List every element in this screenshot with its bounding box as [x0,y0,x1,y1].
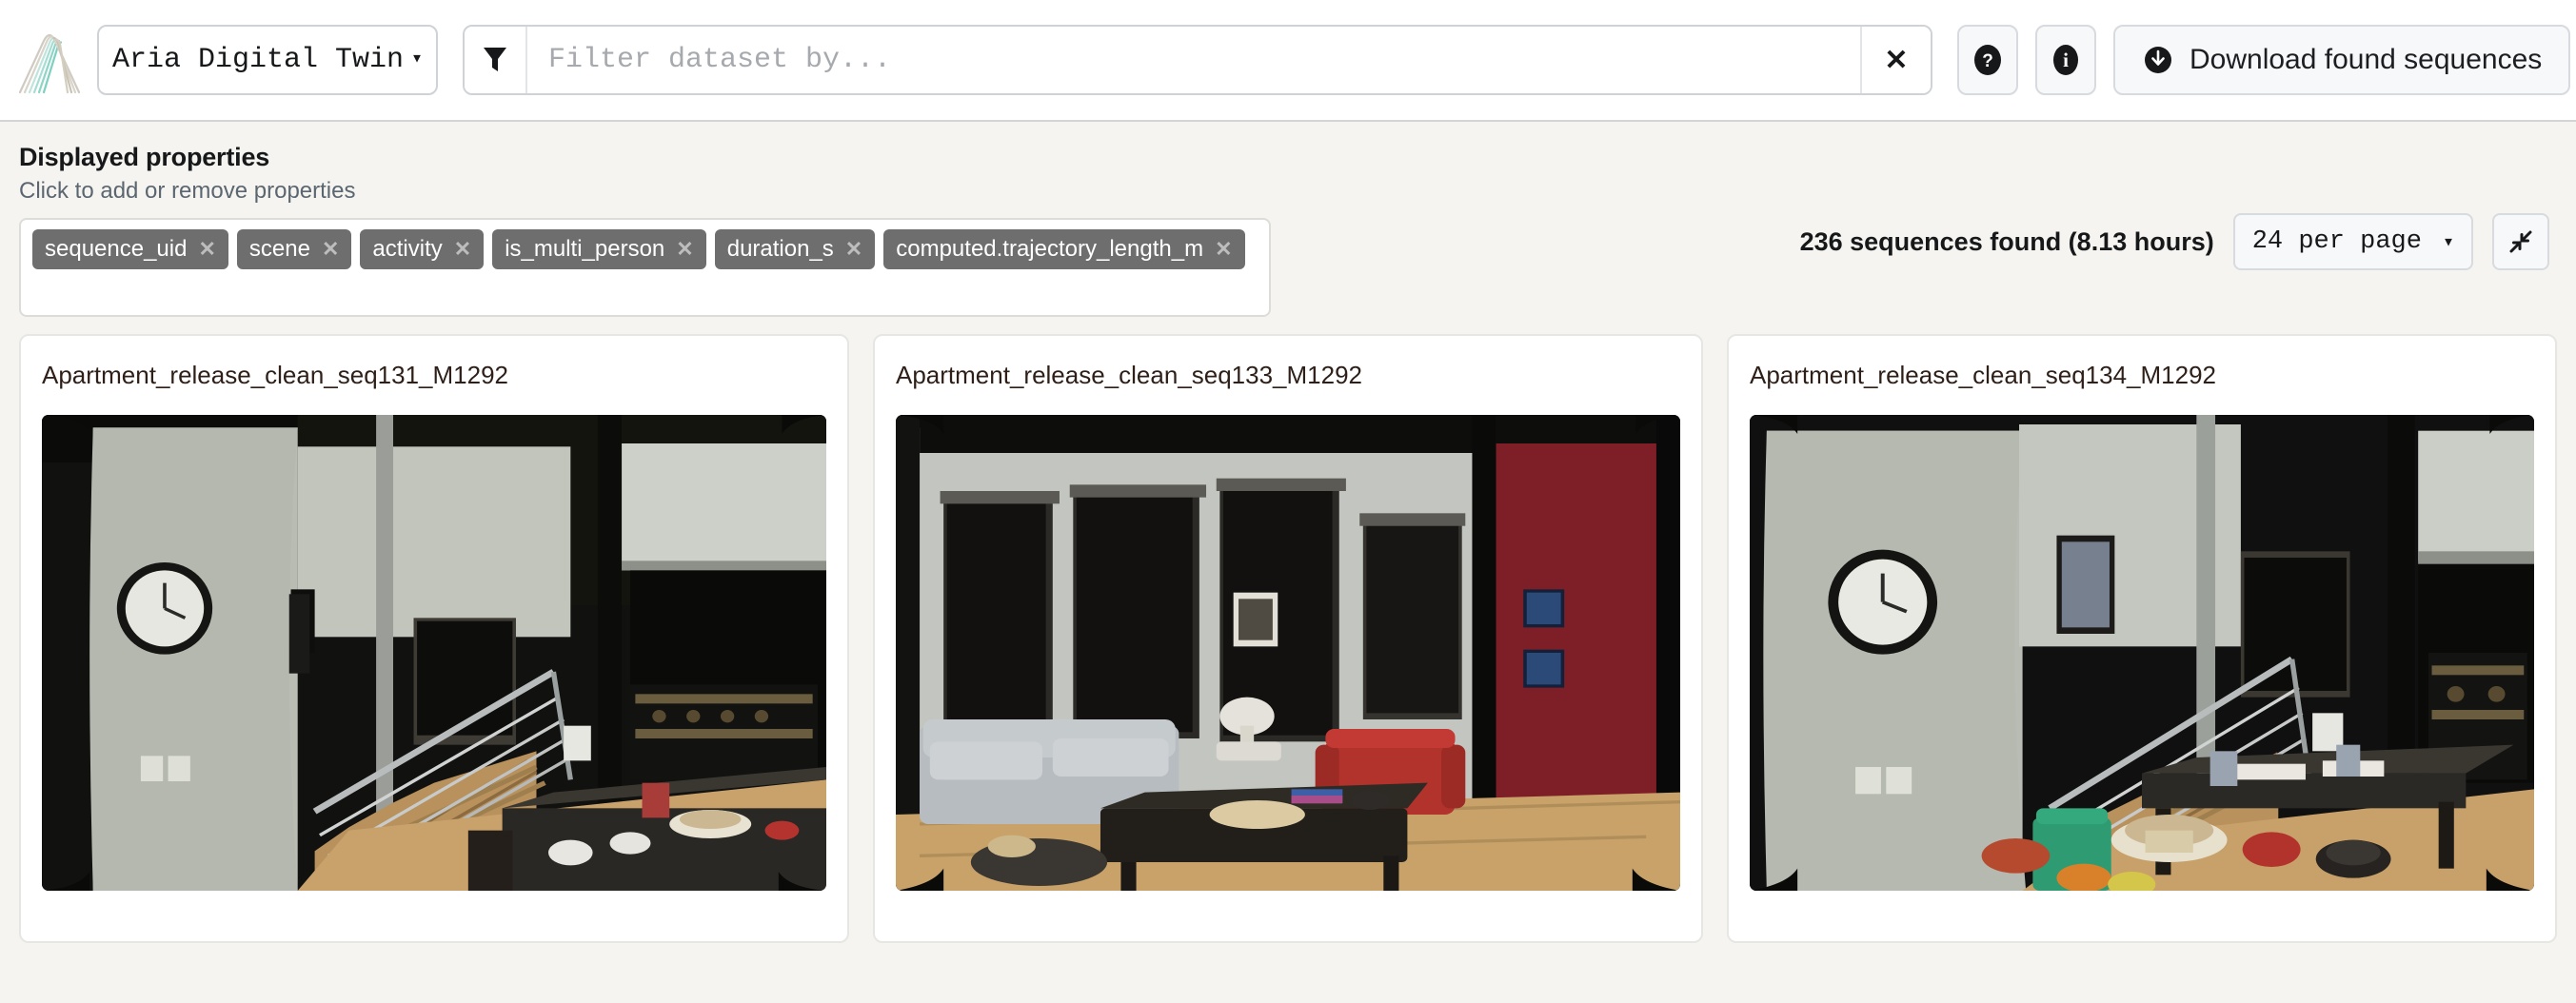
chevron-down-icon: ▾ [411,49,424,70]
close-icon: ✕ [1884,44,1909,76]
help-button[interactable]: ? [1957,25,2018,95]
sequence-card[interactable]: Apartment_release_clean_seq134_M1292 [1727,334,2557,943]
remove-tag-icon[interactable]: ✕ [676,239,693,260]
sequence-card-grid: Apartment_release_clean_seq131_M1292 Apa… [0,334,2576,943]
download-circle-icon [2145,47,2171,73]
properties-subtitle: Click to add or remove properties [19,178,356,204]
properties-title: Displayed properties [19,143,270,171]
property-tag[interactable]: activity ✕ [360,229,485,269]
chevron-down-icon: ▾ [2442,232,2454,254]
property-tag[interactable]: scene ✕ [236,229,352,269]
property-tag-label: is_multi_person [505,236,665,262]
clear-filter-button[interactable]: ✕ [1860,27,1931,93]
download-found-sequences-button[interactable]: Download found sequences [2113,25,2571,95]
funnel-icon [465,27,527,93]
sequence-card-title: Apartment_release_clean_seq133_M1292 [896,361,1363,389]
svg-text:i: i [2063,49,2069,71]
sequences-found-count: 236 sequences found (8.13 hours) [1799,226,2214,256]
property-tag[interactable]: sequence_uid ✕ [32,229,228,269]
displayed-properties-panel: Displayed properties Click to add or rem… [0,122,2576,317]
property-tag-label: duration_s [726,236,834,262]
property-tag[interactable]: duration_s ✕ [714,229,876,269]
property-tag-label: computed.trajectory_length_m [896,236,1204,262]
question-mark-circle-icon: ? [1974,45,2001,75]
info-button[interactable]: i [2035,25,2096,95]
dataset-selector[interactable]: Aria Digital Twin ▾ [97,25,438,95]
remove-tag-icon[interactable]: ✕ [845,239,862,260]
per-page-label: 24 per page [2251,227,2422,256]
property-tag-label: activity [372,236,443,262]
property-tag[interactable]: is_multi_person ✕ [492,229,706,269]
download-button-label: Download found sequences [2190,44,2543,75]
sequence-card-title: Apartment_release_clean_seq131_M1292 [42,361,509,389]
sequence-thumbnail[interactable] [896,415,1680,891]
sequence-card[interactable]: Apartment_release_clean_seq131_M1292 [19,334,849,943]
property-tag-label: scene [248,236,310,262]
sequence-card[interactable]: Apartment_release_clean_seq133_M1292 [873,334,1703,943]
header-actions: ? i Download found sequences [1957,25,2571,95]
dataset-selector-label: Aria Digital Twin [111,44,405,76]
remove-tag-icon[interactable]: ✕ [454,239,471,260]
property-tag-label: sequence_uid [45,236,188,262]
collapse-arrows-icon [2509,230,2532,253]
property-tag[interactable]: computed.trajectory_length_m ✕ [883,229,1245,269]
filter-input[interactable] [527,27,1860,93]
remove-tag-icon[interactable]: ✕ [198,239,215,260]
property-tag-list: sequence_uid ✕ scene ✕ activity ✕ is_mul… [19,218,1271,317]
app-header: Aria Digital Twin ▾ ✕ ? i [0,0,2576,122]
remove-tag-icon[interactable]: ✕ [1215,239,1232,260]
collapse-view-button[interactable] [2492,213,2549,270]
sequence-thumbnail[interactable] [1750,415,2534,891]
svg-text:?: ? [1982,51,1993,71]
sequence-thumbnail[interactable] [42,415,826,891]
aria-logo-icon [15,26,84,94]
info-circle-icon: i [2053,45,2078,75]
per-page-selector[interactable]: 24 per page ▾ [2232,213,2473,270]
sequence-card-title: Apartment_release_clean_seq134_M1292 [1750,361,2217,389]
filter-group: ✕ [463,25,1932,95]
properties-left-column: Displayed properties Click to add or rem… [19,143,1271,317]
results-toolbar: 236 sequences found (8.13 hours) 24 per … [1800,143,2549,270]
remove-tag-icon[interactable]: ✕ [322,239,339,260]
